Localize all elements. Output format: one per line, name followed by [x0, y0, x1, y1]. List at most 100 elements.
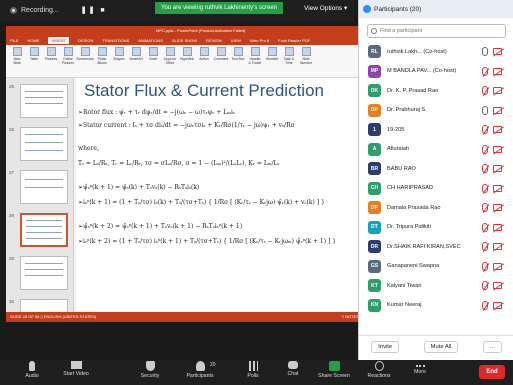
reactions-button[interactable]: Reactions [359, 361, 399, 379]
mute-all-button[interactable]: Mute All [423, 340, 459, 353]
participant-row[interactable]: DK Dr. K. P. Prasad Rao [359, 81, 513, 101]
ribbon-button[interactable]: SmartArt [129, 47, 143, 61]
ppt-tab[interactable]: ANIMATIONS [138, 38, 163, 43]
slide-number: 25 [9, 84, 15, 89]
ppt-tab[interactable]: Foxit Reader PDF [278, 38, 310, 43]
ppt-tab[interactable]: INSERT [48, 37, 70, 44]
slide-thumbnails-pane: 25 26 27 28 29 30 [6, 78, 74, 322]
chat-label: Chat [287, 371, 299, 377]
participant-name: Ganapaneni Swapna [387, 263, 440, 270]
participant-name: 19-205 [387, 126, 405, 133]
participant-row[interactable]: 1 19-205 [359, 120, 513, 140]
ribbon-button[interactable]: Apps for Office [163, 47, 177, 65]
start-video-button[interactable]: Start Video [56, 361, 96, 377]
more-label: More [414, 369, 426, 375]
polls-button[interactable]: Polls [233, 361, 273, 379]
ribbon-button[interactable]: Photo Album [95, 47, 109, 65]
more-button[interactable]: More [400, 361, 440, 375]
slide-thumbnail[interactable] [20, 127, 68, 161]
participant-row[interactable]: CH CH HARIPRASAD [359, 179, 513, 199]
video-off-icon [493, 48, 502, 55]
slide-thumbnail[interactable] [20, 170, 68, 204]
ribbon-label: Photo Album [97, 57, 107, 65]
equation-rotor-flux: ➢Rotor flux : ψ̇ᵣ + τᵣ dψᵣ/dt = −j(ωₑ − … [78, 109, 235, 116]
ribbon-button[interactable]: Text Box [231, 47, 245, 61]
view-options-button[interactable]: View Options ▾ [304, 4, 347, 12]
ribbon-button[interactable]: WordArt [265, 47, 279, 61]
recording-indicator: Recording... ❚❚ ■ [10, 6, 107, 14]
ribbon-button[interactable]: Action [197, 47, 211, 61]
ribbon-icon [12, 47, 22, 56]
ribbon-icon [131, 47, 141, 56]
slide-thumbnail-selected[interactable] [20, 213, 68, 247]
chat-bubble-icon [288, 361, 298, 369]
participant-row[interactable]: GS Ganapaneni Swapna [359, 257, 513, 277]
slide-thumbnail[interactable] [20, 256, 68, 290]
ppt-ribbon: New Slide Table Pictures Online Pictures Scr… [6, 45, 365, 78]
video-off-icon [493, 126, 502, 133]
ribbon-button[interactable]: Table [27, 47, 41, 61]
audio-label: Audio [25, 373, 39, 379]
notes-button[interactable]: ≡ NOTES [342, 312, 359, 322]
ppt-tab[interactable]: TRANSITIONS [102, 38, 129, 43]
ribbon-button[interactable]: Date & Time [282, 47, 296, 65]
participant-row[interactable]: DP Damala Prasada Rao [359, 198, 513, 218]
ribbon-button[interactable]: Shapes [112, 47, 126, 61]
ribbon-icon [233, 47, 243, 56]
participants-count-badge: 20 [210, 362, 216, 368]
audio-button[interactable]: Audio [12, 361, 52, 379]
ppt-tab[interactable]: REVIEW [206, 38, 222, 43]
participants-panel-actions: Invite Mute All ... [359, 335, 513, 357]
participant-row[interactable]: A Afiuraiah [359, 140, 513, 160]
video-camera-off-icon [70, 361, 82, 369]
pause-stop-recording-button[interactable]: ❚❚ ■ [81, 6, 107, 14]
participant-row[interactable]: DP Dr. Prabhuraj S [359, 101, 513, 121]
share-screen-button[interactable]: Share Screen [314, 361, 354, 379]
slide-thumbnail[interactable] [20, 84, 68, 118]
ppt-tab[interactable]: FILE [10, 38, 18, 43]
equation-flux-k2: ➢ψ̂ₛᵖ(k + 2) = ψ̂ₛᵖ(k + 1) + Tₛvₛ(k + 1)… [78, 223, 243, 230]
microphone-muted-icon [482, 261, 488, 271]
more-options-button[interactable]: ... [482, 340, 502, 353]
participant-row[interactable]: RL ruthvik Lakh... (Co-host) [359, 42, 513, 62]
video-off-icon [493, 165, 502, 172]
ribbon-label: SmartArt [129, 57, 143, 61]
ppt-tab[interactable]: Nitro Pro 8 [250, 38, 269, 43]
participant-name: BABU RAO [387, 165, 416, 172]
ribbon-button[interactable]: Pictures [44, 47, 58, 61]
slide-canvas[interactable]: Stator Flux & Current Prediction ➢Rotor … [76, 78, 365, 312]
ribbon-button[interactable]: Online Pictures [61, 47, 75, 65]
ribbon-button[interactable]: Comment [214, 47, 228, 61]
end-meeting-button[interactable]: End [479, 365, 505, 379]
participant-row[interactable]: DR Dr.SHAIK RAFI KIRAN,SVEC [359, 237, 513, 257]
ribbon-icon [216, 47, 226, 56]
ribbon-button[interactable]: Slide Number [299, 47, 313, 65]
ribbon-button[interactable]: Chart [146, 47, 160, 61]
smiley-icon [374, 361, 384, 371]
video-off-icon [493, 282, 502, 289]
participant-name: Kalyani Tiwari [387, 282, 422, 289]
ribbon-label: Comment [213, 57, 229, 61]
ribbon-button[interactable]: New Slide [10, 47, 24, 65]
participant-row[interactable]: BR BABU RAO [359, 159, 513, 179]
ppt-tab[interactable]: VIEW [231, 38, 241, 43]
chat-button[interactable]: Chat [273, 361, 313, 377]
ribbon-button[interactable]: Screenshot [76, 47, 94, 61]
invite-button[interactable]: Invite [371, 340, 400, 353]
find-participant-input[interactable]: Find a participant [367, 24, 506, 38]
find-participant-placeholder: Find a participant [380, 28, 423, 34]
video-off-icon [493, 204, 502, 211]
security-button[interactable]: Security [130, 361, 170, 379]
avatar: CH [368, 181, 381, 195]
ribbon-button[interactable]: Header & Footer [248, 47, 262, 65]
participants-panel-header: Participants (20) [359, 0, 513, 18]
ppt-tab[interactable]: HOME [27, 38, 39, 43]
participant-row[interactable]: KN Kumar Neeraj [359, 296, 513, 316]
ribbon-button[interactable]: Hyperlink [180, 47, 194, 61]
ribbon-icon [301, 47, 311, 56]
participant-row[interactable]: DT Dr. Tripura Pidikiti [359, 218, 513, 238]
ppt-tab[interactable]: SLIDE SHOW [172, 38, 197, 43]
participant-row[interactable]: MP M BANDLA PAV... (Co-host) [359, 62, 513, 82]
ppt-tab[interactable]: DESIGN [78, 38, 93, 43]
participant-row[interactable]: KT Kalyani Tiwari [359, 276, 513, 296]
